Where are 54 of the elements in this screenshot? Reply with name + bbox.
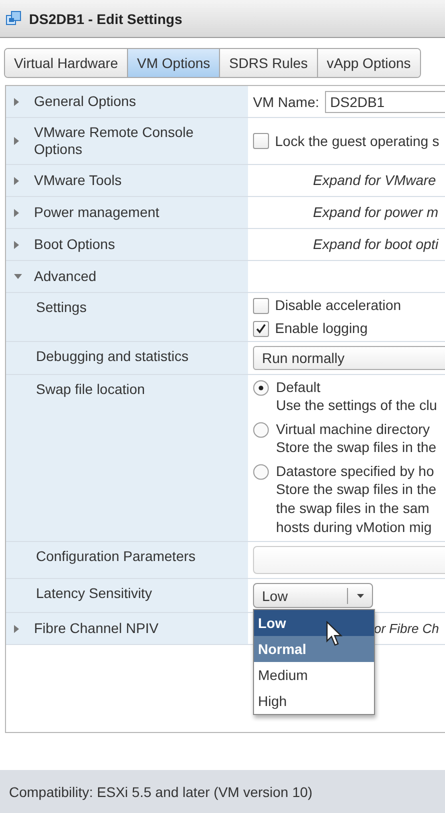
checkbox-label: Enable logging — [275, 320, 368, 337]
radio-button[interactable] — [253, 422, 269, 438]
radio-button[interactable] — [253, 380, 269, 396]
window-title: DS2DB1 - Edit Settings — [29, 10, 182, 26]
radio-label: Default — [276, 379, 322, 396]
option-description: Use the settings of the clu — [276, 396, 438, 415]
compatibility-text: Compatibility: ESXi 5.5 and later (VM version 10) — [9, 784, 312, 800]
expand-icon[interactable] — [14, 137, 19, 145]
pointer-icon — [326, 621, 344, 647]
expand-icon[interactable] — [14, 98, 19, 106]
menu-option[interactable]: High — [254, 688, 374, 714]
setting-label: General Options — [34, 93, 136, 110]
vm-icon — [6, 11, 21, 26]
setting-label: Fibre Channel NPIV — [34, 620, 159, 637]
setting-label: Settings — [35, 299, 87, 316]
checkbox[interactable] — [253, 298, 269, 314]
tab[interactable]: SDRS Rules — [220, 49, 318, 77]
field-label: VM Name: — [253, 94, 320, 110]
caret-icon — [356, 594, 364, 598]
expand-icon[interactable] — [14, 208, 19, 216]
setting-label: Advanced — [34, 268, 96, 285]
expand-icon[interactable] — [14, 240, 19, 248]
checkbox[interactable] — [253, 133, 269, 149]
expand-icon[interactable] — [14, 624, 19, 632]
radio-button[interactable] — [253, 464, 269, 480]
tab[interactable]: VM Options — [128, 49, 220, 77]
hint-text: Expand for boot opti — [312, 236, 440, 253]
setting-label: Power management — [34, 204, 160, 221]
tab[interactable]: vApp Options — [318, 49, 420, 77]
option-description: Store the swap files in the — [276, 438, 436, 457]
hint-text: Expand for power m — [312, 204, 440, 221]
setting-label: Boot Options — [34, 236, 115, 253]
setting-label: Latency Sensitivity — [35, 585, 152, 602]
radio-label: Datastore specified by ho — [276, 463, 435, 480]
expand-icon[interactable] — [14, 176, 19, 184]
checkbox[interactable] — [253, 320, 269, 336]
checkbox-label: Disable acceleration — [275, 297, 402, 314]
checkbox-label: Lock the guest operating s — [275, 132, 440, 150]
latency-dropdown[interactable]: Low — [253, 583, 373, 608]
menu-option[interactable]: Low — [254, 610, 374, 636]
tab[interactable]: Virtual Hardware — [5, 49, 128, 77]
setting-label: VMware Tools — [34, 172, 122, 189]
collapse-icon[interactable] — [14, 274, 22, 279]
name-field[interactable]: DS2DB1 — [325, 90, 445, 112]
menu-option[interactable]: Normal — [254, 636, 374, 662]
menu-option[interactable]: Medium — [254, 662, 374, 688]
hint-text: Expand for VMware — [312, 172, 437, 189]
mode-select[interactable]: Run normally — [253, 346, 445, 370]
setting-label: Debugging and statistics — [35, 348, 189, 365]
setting-label: Swap file location — [35, 381, 145, 398]
setting-label: VMware Remote Console Options — [34, 124, 195, 158]
radio-label: Virtual machine directory — [276, 421, 431, 438]
option-description: Store the swap files in the the swap files in the sam hosts during vMotion mig — [276, 480, 436, 537]
setting-label: Configuration Parameters — [35, 548, 196, 565]
